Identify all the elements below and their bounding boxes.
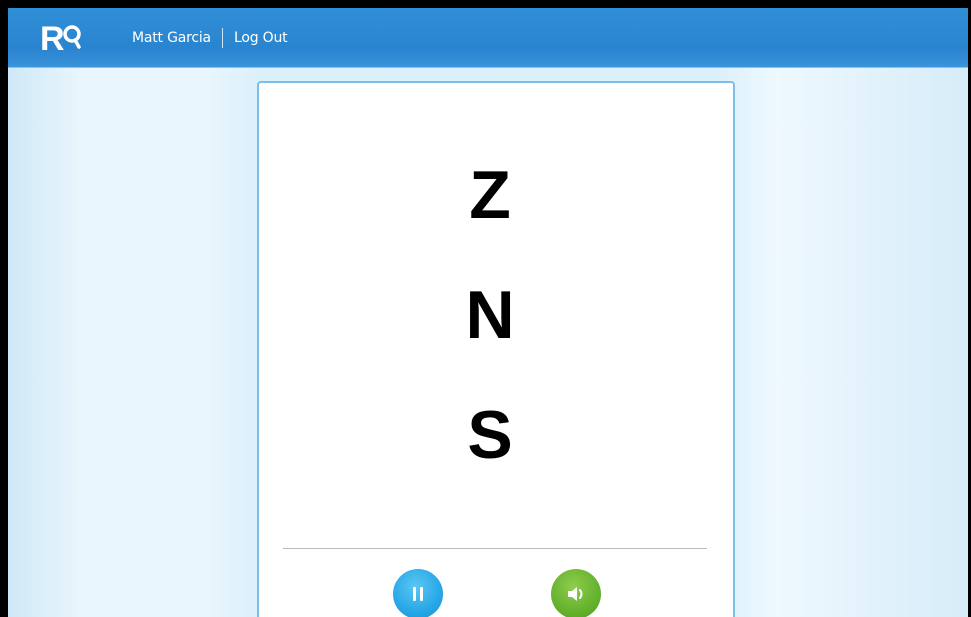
top-navigation-bar: R Matt Garcia Log Out bbox=[8, 8, 968, 68]
pause-button[interactable] bbox=[393, 569, 443, 617]
svg-text:R: R bbox=[40, 20, 65, 56]
logout-link[interactable]: Log Out bbox=[234, 30, 288, 46]
test-letter: N bbox=[465, 277, 515, 353]
app-logo[interactable]: R bbox=[40, 20, 88, 58]
card-divider bbox=[283, 548, 707, 549]
pause-icon bbox=[413, 587, 423, 601]
app-window: R Matt Garcia Log Out Z N S bbox=[8, 8, 968, 617]
eye-test-card: Z N S bbox=[257, 81, 735, 617]
test-letter: Z bbox=[469, 157, 511, 233]
test-letter: S bbox=[467, 397, 513, 473]
sound-button[interactable] bbox=[551, 569, 601, 617]
header-divider bbox=[222, 28, 223, 48]
speaker-icon bbox=[568, 587, 583, 601]
user-name-label: Matt Garcia bbox=[132, 30, 211, 46]
